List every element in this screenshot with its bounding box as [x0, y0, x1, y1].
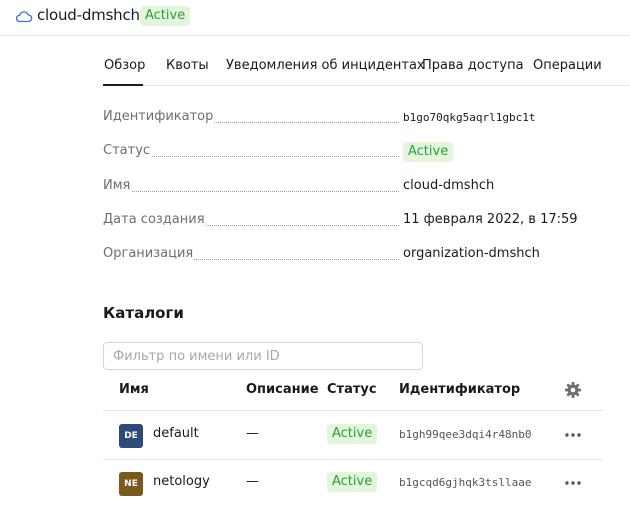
overview-row-id: Идентификатор b1go70qkg5aqrl1gbc1t [103, 109, 603, 129]
status-badge: Active [403, 142, 454, 162]
more-icon[interactable] [564, 427, 582, 443]
tab-overview[interactable]: Обзор [104, 58, 145, 73]
table-row[interactable]: DE default — Active b1gh99qee3dqi4r48nb0 [103, 411, 603, 459]
created-label: Дата создания [103, 212, 206, 227]
organization-label: Организация [103, 246, 195, 261]
tab-operations[interactable]: Операции [533, 58, 602, 73]
catalog-id: b1gcqd6gjhqk3tsllaae [399, 476, 532, 489]
name-value: cloud-dmshch [403, 178, 495, 193]
name-label: Имя [103, 178, 132, 193]
catalog-status-badge: Active [327, 472, 378, 492]
active-tab-indicator [103, 84, 143, 86]
cloud-title: cloud-dmshch [37, 6, 140, 24]
column-header-description[interactable]: Описание [246, 382, 319, 397]
column-header-id[interactable]: Идентификатор [399, 382, 520, 397]
cloud-header: cloud-dmshch Active [0, 0, 630, 36]
cloud-status-badge: Active [140, 6, 191, 26]
table-row[interactable]: NE netology — Active b1gcqd6gjhqk3tsllaa… [103, 459, 603, 507]
catalogs-title: Каталоги [103, 304, 184, 322]
catalog-name[interactable]: netology [153, 474, 210, 489]
tab-access-rights[interactable]: Права доступа [422, 58, 524, 73]
overview-row-organization: Организация organization-dmshch [103, 246, 603, 266]
cloud-icon [15, 11, 33, 23]
tab-quotas[interactable]: Квоты [166, 58, 209, 73]
created-value: 11 февраля 2022, в 17:59 [403, 212, 578, 227]
overview-row-created: Дата создания 11 февраля 2022, в 17:59 [103, 212, 603, 232]
catalog-filter-input[interactable] [103, 342, 423, 370]
gear-icon[interactable] [564, 381, 582, 399]
avatar: NE [119, 472, 143, 496]
dotted-leader [103, 191, 399, 192]
more-icon[interactable] [564, 475, 582, 491]
catalog-status-badge: Active [327, 424, 378, 444]
status-value-wrap: Active [403, 142, 454, 162]
catalog-description: — [246, 474, 259, 489]
catalog-description: — [246, 426, 259, 441]
id-label: Идентификатор [103, 109, 215, 124]
column-header-status[interactable]: Статус [327, 382, 377, 397]
status-label: Статус [103, 143, 152, 158]
tab-bar: Обзор Квоты Уведомления об инцидентах Пр… [103, 56, 630, 86]
tab-incident-notifications[interactable]: Уведомления об инцидентах [226, 58, 425, 73]
organization-value[interactable]: organization-dmshch [403, 246, 540, 261]
catalog-id: b1gh99qee3dqi4r48nb0 [399, 428, 532, 441]
column-header-name[interactable]: Имя [119, 382, 149, 397]
catalog-name[interactable]: default [153, 426, 199, 441]
id-value[interactable]: b1go70qkg5aqrl1gbc1t [403, 111, 535, 124]
overview-row-name: Имя cloud-dmshch [103, 178, 603, 198]
avatar: DE [119, 424, 143, 448]
overview-row-status: Статус Active [103, 142, 603, 163]
